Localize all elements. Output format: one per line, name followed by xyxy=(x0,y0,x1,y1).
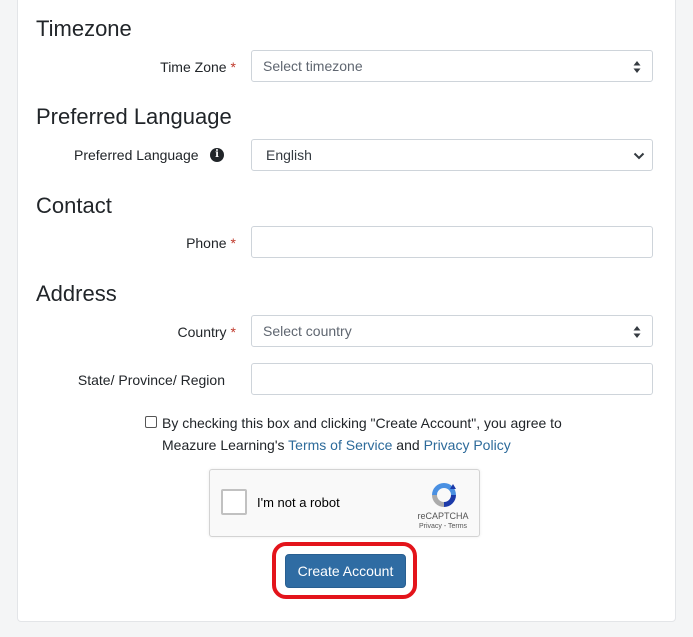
recaptcha-links[interactable]: Privacy - Terms xyxy=(408,523,478,530)
recaptcha-widget: I'm not a robot reCAPTCHA Privacy - Term… xyxy=(209,469,480,537)
country-label-text: Country xyxy=(177,324,227,340)
section-title-contact: Contact xyxy=(36,193,112,218)
state-label: State/ Province/ Region xyxy=(77,372,225,388)
preferred-language-value: English xyxy=(266,147,312,163)
timezone-label: Time Zone * xyxy=(100,58,236,76)
create-account-button[interactable]: Create Account xyxy=(285,554,406,588)
country-select[interactable]: Select country xyxy=(251,315,653,347)
country-label: Country * xyxy=(100,323,236,341)
sort-icon xyxy=(633,326,641,338)
required-mark: * xyxy=(230,235,236,251)
state-input[interactable] xyxy=(251,363,653,395)
phone-label-text: Phone xyxy=(186,235,227,251)
terms-consent-text: By checking this box and clicking "Creat… xyxy=(162,412,602,456)
section-title-address: Address xyxy=(36,281,117,306)
recaptcha-checkbox[interactable] xyxy=(221,489,247,515)
chevron-down-icon xyxy=(633,152,645,160)
preferred-language-label: Preferred Language xyxy=(74,147,199,163)
timezone-select[interactable]: Select timezone xyxy=(251,50,653,82)
recaptcha-logo-icon xyxy=(432,483,456,507)
section-title-timezone: Timezone xyxy=(36,16,132,41)
timezone-label-text: Time Zone xyxy=(160,59,227,75)
recaptcha-brand: reCAPTCHA xyxy=(417,511,469,521)
terms-consent-checkbox[interactable] xyxy=(145,416,157,428)
consent-conjunction: and xyxy=(392,437,424,453)
phone-label: Phone * xyxy=(100,234,236,252)
terms-of-service-link[interactable]: Terms of Service xyxy=(288,437,392,453)
info-icon[interactable]: i xyxy=(210,148,224,162)
privacy-policy-link[interactable]: Privacy Policy xyxy=(424,437,511,453)
section-title-preferred-language: Preferred Language xyxy=(36,104,232,129)
phone-input[interactable] xyxy=(251,226,653,258)
timezone-select-placeholder: Select timezone xyxy=(263,58,363,74)
recaptcha-label: I'm not a robot xyxy=(257,495,340,510)
sort-icon xyxy=(633,61,641,73)
country-select-placeholder: Select country xyxy=(263,323,352,339)
preferred-language-select[interactable]: English xyxy=(251,139,653,171)
required-mark: * xyxy=(230,324,236,340)
required-mark: * xyxy=(230,59,236,75)
